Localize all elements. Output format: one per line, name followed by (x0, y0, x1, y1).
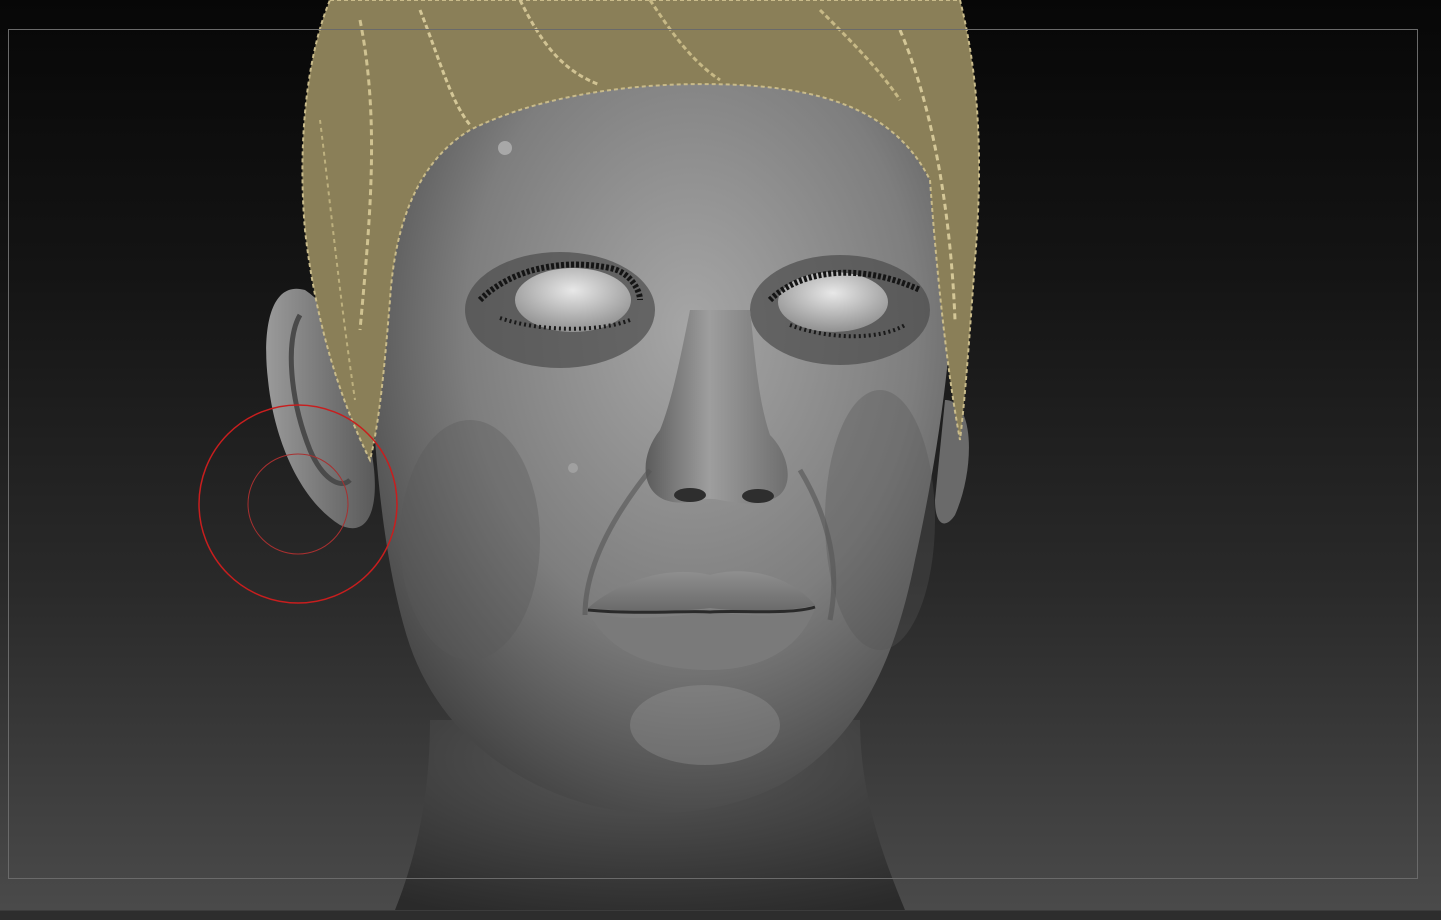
sculpt-model-render[interactable] (0, 0, 1441, 910)
right-cheek-shadow (825, 390, 935, 650)
3d-sculpt-viewport[interactable] (0, 0, 1441, 910)
right-nostril (742, 489, 774, 503)
bottom-status-strip (0, 910, 1441, 920)
chin-highlight (630, 685, 780, 765)
forehead-blemish (498, 141, 512, 155)
left-nostril (674, 488, 706, 502)
cheek-blemish (568, 463, 578, 473)
left-eyeball (515, 268, 631, 332)
left-cheek-shadow (400, 420, 540, 660)
